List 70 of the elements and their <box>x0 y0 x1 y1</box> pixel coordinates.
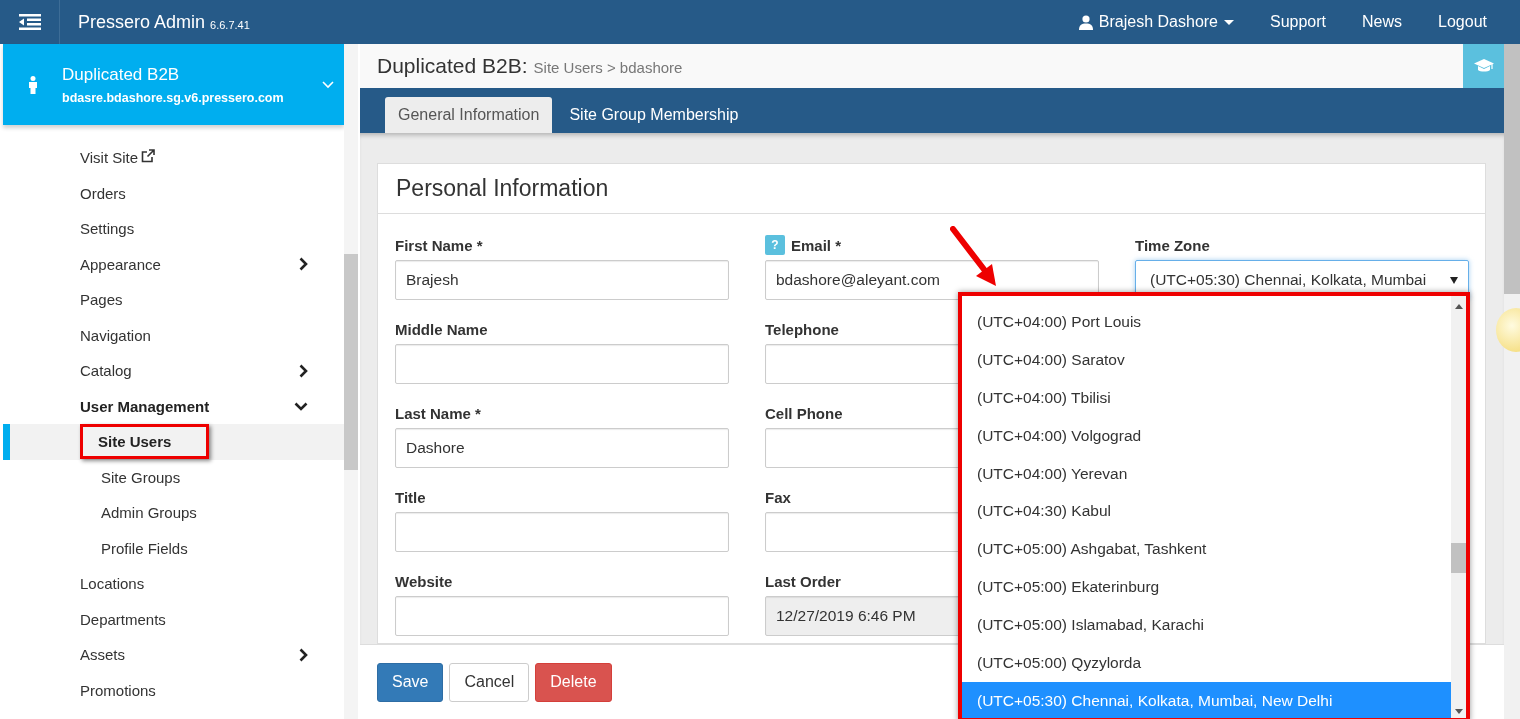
scrollbar-thumb[interactable] <box>1451 543 1466 573</box>
sidebar-item[interactable]: Departments <box>3 601 344 637</box>
app-title: Pressero Admin <box>78 11 206 33</box>
chevron-down-icon <box>322 80 334 89</box>
scrollbar-thumb[interactable] <box>1504 44 1520 294</box>
input-field[interactable] <box>395 512 729 552</box>
field-label: Middle Name <box>395 320 488 338</box>
action-button[interactable]: Delete <box>535 662 612 702</box>
input-field[interactable]: Brajesh <box>395 260 729 300</box>
sidebar-item[interactable]: Settings <box>3 211 344 247</box>
user-menu[interactable]: Brajesh Dashore <box>1078 13 1234 31</box>
field-label: Cell Phone <box>765 404 843 422</box>
field-label: Telephone <box>765 320 839 338</box>
dropdown-option[interactable]: (UTC+04:00) Tbilisi <box>962 378 1451 417</box>
caret-icon <box>1450 276 1458 284</box>
input-field[interactable] <box>395 344 729 384</box>
sidebar-subitem[interactable]: Site Users <box>80 424 210 460</box>
scrollbar-thumb[interactable] <box>344 254 358 470</box>
version-label: 6.6.7.41 <box>210 18 250 31</box>
sidebar-item[interactable]: Assets <box>3 637 344 673</box>
help-button[interactable] <box>1463 44 1504 88</box>
dropdown-option[interactable]: (UTC+04:00) Volgograd <box>962 416 1451 455</box>
person-icon <box>28 75 38 94</box>
tab[interactable]: Site Group Membership <box>556 97 752 133</box>
dropdown-option[interactable]: (UTC+05:00) Qyzylorda <box>962 644 1451 682</box>
field-label: Last Order <box>765 572 841 590</box>
dropdown-option[interactable]: (UTC+04:30) Kabul <box>962 492 1451 531</box>
field-label: Website <box>395 572 453 590</box>
sidebar-item[interactable]: Orders <box>3 175 344 211</box>
sidebar-item[interactable]: Navigation <box>3 317 344 353</box>
nav-link[interactable]: Support <box>1270 13 1327 31</box>
page-title: Duplicated B2B: <box>377 54 528 78</box>
field-label: Last Name * <box>395 404 481 422</box>
input-field[interactable]: Dashore <box>395 428 729 468</box>
site-domain: bdasre.bdashore.sg.v6.pressero.com <box>62 90 284 105</box>
dropdown-option[interactable]: (UTC+04:00) Saratov <box>962 340 1451 379</box>
caret-icon <box>1224 19 1234 25</box>
sidebar-subitem[interactable]: Profile Fields <box>80 530 207 566</box>
sidebar-item[interactable]: Locations <box>3 566 344 602</box>
input-field[interactable] <box>395 596 729 636</box>
section-title: Personal Information <box>396 175 609 202</box>
sidebar-item[interactable]: Promotions <box>3 672 344 708</box>
field-label: Time Zone <box>1135 236 1210 254</box>
action-button[interactable]: Cancel <box>449 662 530 702</box>
site-name: Duplicated B2B <box>62 64 181 85</box>
nav-link[interactable]: News <box>1362 13 1403 31</box>
scroll-down-icon[interactable] <box>1454 709 1463 714</box>
sidebar-item[interactable]: Visit Site <box>3 140 344 176</box>
dropdown-option[interactable]: (UTC+04:00) Port Louis <box>962 303 1451 341</box>
graduation-cap-icon <box>1473 59 1494 73</box>
breadcrumb: Site Users > bdashore <box>533 59 683 76</box>
sidebar-item[interactable]: Pages <box>3 282 344 318</box>
user-icon <box>1078 14 1093 30</box>
sidebar-subitem[interactable]: Admin Groups <box>80 495 216 531</box>
action-button[interactable]: Save <box>377 662 444 702</box>
external-link-icon <box>141 148 156 163</box>
dropdown-option[interactable]: (UTC+04:00) Yerevan <box>962 454 1451 493</box>
field-label: Fax <box>765 488 791 506</box>
sidebar-item[interactable]: Catalog <box>3 353 344 389</box>
menu-icon[interactable] <box>18 14 41 30</box>
field-label: Email * <box>791 236 842 254</box>
sidebar-item[interactable]: Appearance <box>3 246 344 282</box>
dropdown-option[interactable]: (UTC+05:00) Ashgabat, Tashkent <box>962 530 1451 569</box>
tab[interactable]: General Information <box>385 97 553 133</box>
scroll-up-icon[interactable] <box>1454 304 1463 309</box>
field-label: First Name * <box>395 236 483 254</box>
sidebar-item[interactable]: User Management <box>3 388 344 424</box>
sidebar-subitem[interactable]: Site Groups <box>80 459 200 495</box>
field-label: Title <box>395 488 426 506</box>
nav-link[interactable]: Logout <box>1438 13 1487 31</box>
